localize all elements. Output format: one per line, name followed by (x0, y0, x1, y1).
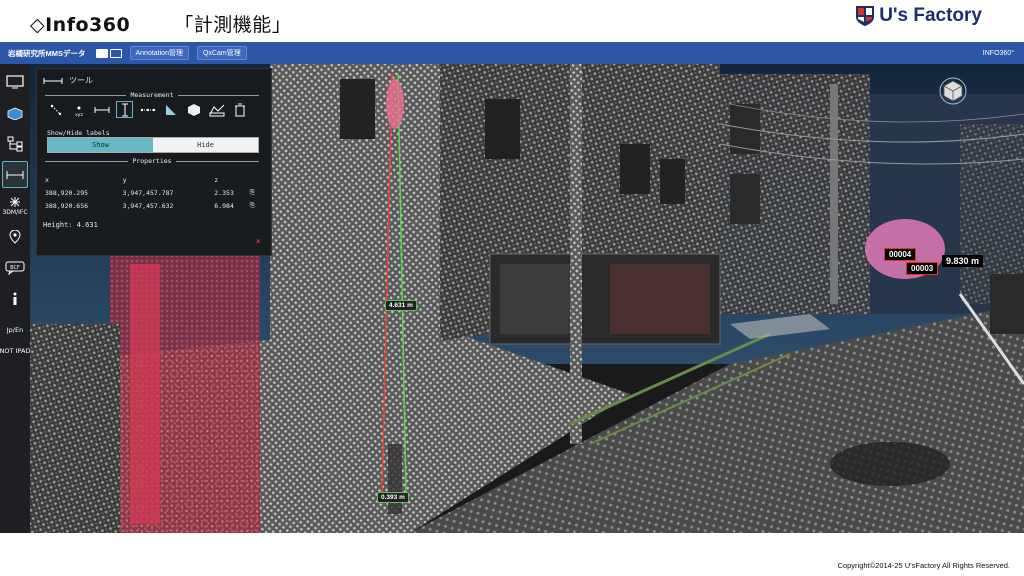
cell-x: 388,920.656 (45, 201, 89, 210)
bcf-label: BCF (10, 265, 20, 271)
slide-subtitle: 「計測機能」 (174, 14, 292, 36)
brand-name: U's Factory (879, 5, 982, 26)
3dm-ifc-icon (10, 196, 20, 207)
tool-monitor[interactable] (2, 68, 28, 95)
cell-x: 388,920.295 (45, 188, 89, 197)
column-header: y (122, 175, 127, 184)
project-name[interactable]: 岩槻研究所MMSデータ (8, 48, 86, 59)
cell-z: 6.984 (214, 201, 234, 210)
ruler-icon (43, 77, 63, 84)
column-header: z (214, 175, 219, 184)
monitor-icon (6, 74, 24, 88)
height-measure-label: 4.631 m (385, 300, 417, 311)
tool-bcf[interactable]: BCF (2, 254, 28, 281)
qxcam-manage-button[interactable]: QxCam管理 (196, 46, 247, 60)
tool-info[interactable] (2, 285, 28, 312)
copyright-footer: Copyright©2014-25 U'sFactory All Rights … (837, 561, 1010, 570)
tool-3dm-ifc-label: 3DM/IFC (2, 208, 28, 216)
show-hide-toggle: Show Hide (47, 137, 259, 153)
view-toggle[interactable] (95, 48, 122, 58)
point-tool-icon[interactable] (47, 101, 64, 118)
tool-language[interactable]: Jp/En (2, 316, 28, 343)
point-tag-00004[interactable]: 00004 (884, 248, 917, 261)
language-icon: Jp/En (6, 325, 24, 334)
measurement-tools: xyz (47, 101, 248, 118)
xyz-tool-icon[interactable]: xyz (70, 101, 87, 118)
compass-cube-icon[interactable] (938, 76, 968, 106)
panel-title: ツール (69, 76, 93, 85)
properties-section-header: Properties (45, 157, 260, 165)
svg-text:xyz: xyz (75, 113, 83, 117)
distance-label: 9.830 m (942, 255, 984, 267)
tool-3dm-ifc[interactable]: 3DM/IFC (2, 192, 28, 219)
cell-y: 3,947,457.632 (122, 201, 174, 210)
measure-ruler-icon (6, 170, 24, 179)
cell-y: 3,947,457.787 (122, 188, 174, 197)
product-name: INFO360° (982, 49, 1014, 57)
copy-icon[interactable]: ⎘ (250, 199, 259, 212)
info-icon (13, 292, 17, 305)
delete-tool-icon[interactable] (231, 101, 248, 118)
cell-z: 2.353 (214, 188, 234, 197)
show-hide-labels-caption: Show/Hide labels (47, 129, 110, 137)
polyline-tool-icon[interactable] (139, 101, 156, 118)
tree-structure-icon (7, 136, 23, 151)
tool-structure[interactable] (2, 130, 28, 157)
close-icon[interactable]: × (256, 237, 261, 247)
properties-title: Properties (132, 157, 172, 165)
copy-icon[interactable]: ⎘ (250, 186, 259, 199)
hide-labels-button[interactable]: Hide (153, 138, 258, 152)
not-ipad-label: NOT IPAD (0, 347, 31, 355)
measurement-section-header: Measurement (45, 91, 260, 99)
column-header: x (45, 175, 49, 184)
annotation-manage-button[interactable]: Annotation管理 (129, 46, 189, 60)
panel-header: ツール (43, 75, 93, 86)
left-toolbar: 3DM/IFC BCF Jp/En NOT IPAD (0, 64, 30, 533)
table-row: 388,920.295 3,947,457.787 2.353 ⎘ (45, 186, 259, 199)
pan-cube-icon (7, 107, 23, 120)
tool-measure[interactable] (2, 161, 28, 188)
measurement-title: Measurement (130, 91, 174, 99)
slide-title: ◇Info360 「計測機能」 (30, 14, 292, 36)
properties-table: x y z 388,920.295 3,947,457.787 2.353 ⎘ … (45, 173, 259, 212)
bcf-chat-icon: BCF (5, 261, 25, 275)
table-row: 388,920.656 3,947,457.632 6.984 ⎘ (45, 199, 259, 212)
area-tool-icon[interactable] (162, 101, 179, 118)
measurement-tool-panel: ツール Measurement xyz Show/Hide labels Sho… (36, 68, 272, 256)
grid-view-icon[interactable] (95, 48, 108, 58)
brand-logo: U's Factory (855, 5, 982, 27)
volume-tool-icon[interactable] (185, 101, 202, 118)
location-pin-icon (9, 229, 21, 244)
show-labels-button[interactable]: Show (48, 138, 153, 152)
app-header-bar: 岩槻研究所MMSデータ Annotation管理 QxCam管理 INFO360… (0, 42, 1024, 64)
point-tag-00003[interactable]: 00003 (906, 262, 939, 275)
shield-icon (856, 6, 875, 26)
list-view-icon[interactable] (109, 48, 122, 58)
height-readout: Height: 4.631 (43, 221, 98, 229)
height-tool-icon[interactable] (116, 101, 133, 118)
distance-tool-icon[interactable] (93, 101, 110, 118)
tool-pan[interactable] (2, 99, 28, 126)
profile-tool-icon[interactable] (208, 101, 225, 118)
bottom-measure-label: 0.393 m (377, 492, 409, 503)
tool-location[interactable] (2, 223, 28, 250)
table-header-row: x y z (45, 173, 259, 186)
